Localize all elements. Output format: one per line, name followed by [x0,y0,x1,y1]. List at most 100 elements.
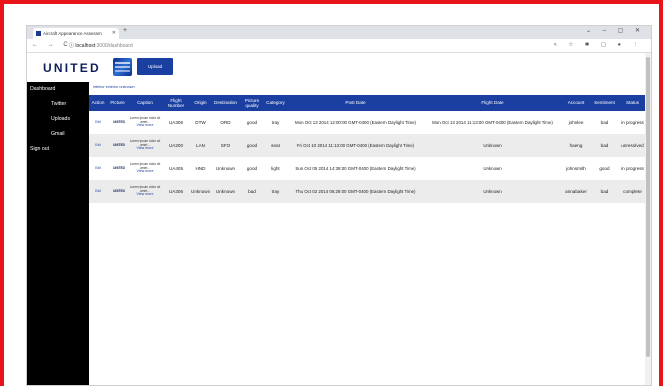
united-thumbnail-logo: UNITED [113,119,125,124]
url-host: localhost [75,43,96,49]
table-row: Edit UNITED Lorem ipsum dolor sit amet..… [89,134,647,157]
origin-cell: HND [195,165,206,171]
column-header-destination[interactable]: Destination [211,95,240,111]
post-date-cell: Thu Oct 02 2014 06:29:00 GMT-0400 (Easte… [295,188,416,194]
edit-link[interactable]: Edit [89,134,107,157]
globe-logo-icon [113,58,132,76]
status-cell: unresolved [621,142,644,148]
table-body: Edit UNITED Lorem ipsum dolor sit amet..… [89,111,647,203]
flight-date-cell: Mon Oct 13 2014 11:13:00 GMT-0400 (Easte… [432,119,553,125]
view-more-link[interactable]: View more [129,170,161,174]
flight-date-cell: Unknown [483,165,502,171]
scrollbar-thumb[interactable] [646,57,650,357]
posts-table: Action Picture Caption Flight Number Ori… [89,95,647,203]
account-cell: annabaker [565,188,587,194]
sidebar-item-twitter[interactable]: Twitter [27,97,89,112]
sidebar-item-sign-out[interactable]: Sign out [27,142,89,157]
column-header-account[interactable]: Account [561,95,591,111]
sidebar-item-uploads[interactable]: Uploads [27,112,89,127]
column-header-action[interactable]: Action [89,95,107,111]
status-cell: complete [623,188,642,194]
caption-cell: Lorem ipsum dolor sit amet... View more [128,111,162,134]
column-header-flight-number[interactable]: Flight Number [162,95,190,111]
table-row: Edit UNITED Lorem ipsum dolor sit amet..… [89,111,647,134]
extension-icons[interactable]: < ☆ ✱ ▢ ● ⋮ [554,42,643,48]
origin-cell: DTW [195,119,206,125]
post-picture-thumbnail[interactable]: UNITED [107,134,128,157]
post-date-cell: Sun Oct 05 2014 14:38:00 GMT-0400 (Easte… [295,165,416,171]
sentiment-cell: good [599,165,610,171]
new-tab-icon[interactable]: + [123,27,127,34]
app-header: UNITED Upload [27,53,651,81]
sidebar-item-gmail[interactable]: Gmail [27,127,89,142]
view-more-link[interactable]: View more [129,124,161,128]
main-content: interior exterior unknown Action Picture… [89,82,647,385]
flight-number-cell: UA306 [168,119,184,125]
column-header-flight-date[interactable]: Flight Date [424,95,561,111]
united-thumbnail-logo: UNITED [113,142,125,147]
column-header-origin[interactable]: Origin [190,95,211,111]
view-more-link[interactable]: View more [129,193,161,197]
close-tab-icon[interactable]: ✕ [112,28,116,39]
category-cell: tray [271,119,280,125]
edit-link[interactable]: Edit [89,111,107,134]
table-row: Edit UNITED Lorem ipsum dolor sit amet..… [89,157,647,180]
category-filter[interactable]: interior exterior unknown [89,82,647,95]
flight-number-cell: UA200 [168,142,184,148]
quality-cell: bad [248,188,256,194]
caption-cell: Lorem ipsum dolor sit amet... View more [128,134,162,157]
origin-cell: Unknown [191,188,211,194]
status-cell: in progress [621,165,644,171]
united-logo: UNITED [43,61,101,75]
account-cell: johnlee [568,119,584,125]
edit-link[interactable]: Edit [89,180,107,203]
quality-cell: good [246,165,258,171]
column-header-sentiment[interactable]: Sentiment [591,95,618,111]
origin-cell: LAN [196,142,205,148]
sidebar: Dashboard Twitter Uploads Gmail Sign out [27,82,89,385]
sidebar-item-dashboard[interactable]: Dashboard [27,82,89,97]
column-header-category[interactable]: Category [264,95,287,111]
post-picture-thumbnail[interactable]: UNITED [107,157,128,180]
column-header-picture-quality[interactable]: Picture quality [240,95,264,111]
address-bar-row: ← → C ⓘ localhost:3000/dashboard < ☆ ✱ ▢… [27,39,651,53]
destination-cell: SFO [220,142,231,148]
edit-link[interactable]: Edit [89,157,107,180]
upload-button[interactable]: Upload [137,58,173,75]
sentiment-cell: bad [600,119,609,125]
column-header-post-date[interactable]: Post Date [287,95,424,111]
post-picture-thumbnail[interactable]: UNITED [107,180,128,203]
caption-cell: Lorem ipsum dolor sit amet... View more [128,157,162,180]
table-header-row: Action Picture Caption Flight Number Ori… [89,95,647,111]
category-cell: tray [271,188,280,194]
flight-date-cell: Unknown [483,188,502,194]
quality-cell: good [246,119,258,125]
account-cell: haeng [569,142,583,148]
post-picture-thumbnail[interactable]: UNITED [107,111,128,134]
url-path: :3000/dashboard [95,43,133,49]
column-header-picture[interactable]: Picture [107,95,128,111]
address-bar[interactable]: ⓘ localhost:3000/dashboard [69,42,133,49]
navigation-buttons[interactable]: ← → C [32,42,72,48]
sentiment-cell: bad [600,188,609,194]
flight-date-cell: Unknown [483,142,502,148]
destination-cell: Unknown [215,165,236,171]
flight-number-cell: UA306 [168,188,184,194]
column-header-caption[interactable]: Caption [128,95,162,111]
category-cell: seat [271,142,280,148]
tab-title: Aircraft Appearance Assessm [43,31,102,36]
flight-number-cell: UA405 [168,165,184,171]
browser-window: Aircraft Appearance Assessm ✕ + ⌄ – ▢ ✕ … [26,25,652,386]
column-header-status[interactable]: Status [618,95,647,111]
caption-cell: Lorem ipsum dolor sit amet... View more [128,180,162,203]
tab-strip: Aircraft Appearance Assessm ✕ + ⌄ – ▢ ✕ [27,26,651,39]
browser-tab[interactable]: Aircraft Appearance Assessm ✕ [33,28,119,39]
status-cell: in progress [621,119,644,125]
window-controls[interactable]: ⌄ – ▢ ✕ [586,27,645,34]
page-scrollbar[interactable] [645,53,651,385]
post-date-cell: Mon Oct 13 2014 12:00:00 GMT-0400 (Easte… [294,119,417,125]
destination-cell: ORD [220,119,231,125]
view-more-link[interactable]: View more [129,147,161,151]
destination-cell: Unknown [215,188,236,194]
favicon-icon [36,31,41,36]
